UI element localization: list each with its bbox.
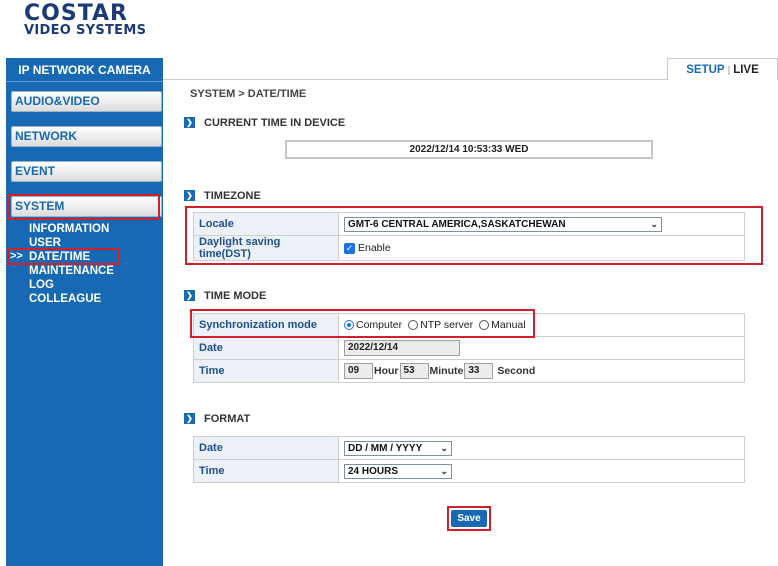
time-label: Time — [193, 359, 339, 383]
date-label: Date — [193, 336, 339, 360]
date-input[interactable]: 2022/12/14 — [344, 340, 460, 356]
current-time-display: 2022/12/14 10:53:33 WED — [285, 140, 653, 159]
second-input[interactable]: 33 — [464, 363, 494, 379]
chevron-down-icon: ⌄ — [440, 442, 448, 453]
tab-setup[interactable]: SETUP — [686, 64, 724, 76]
section-title-current-time: CURRENT TIME IN DEVICE — [204, 117, 346, 129]
format-date-label: Date — [193, 436, 339, 460]
time-cell: 09 Hour 53 Minute 33 Second — [338, 359, 745, 383]
sidebar-item-network[interactable]: NETWORK — [11, 126, 162, 147]
highlight-date-time — [8, 248, 119, 265]
sidebar-item-event[interactable]: EVENT — [11, 161, 162, 182]
format-table: Date DD / MM / YYYY ⌄ Time 24 HOURS ⌄ — [193, 436, 745, 483]
section-title-timezone: TIMEZONE — [204, 190, 261, 202]
chevron-down-icon: ⌄ — [440, 465, 448, 476]
section-chevron-icon: ❯ — [184, 190, 195, 201]
section-chevron-icon: ❯ — [184, 290, 195, 301]
section-chevron-icon: ❯ — [184, 413, 195, 424]
date-format-value: DD / MM / YYYY — [348, 442, 423, 454]
format-date-cell: DD / MM / YYYY ⌄ — [338, 436, 745, 460]
submenu-information[interactable]: INFORMATION — [29, 222, 109, 236]
logo-line-1: COSTAR — [24, 1, 128, 26]
format-time-label: Time — [193, 459, 339, 483]
mode-tabs: SETUP | LIVE — [667, 58, 778, 80]
highlight-sync-mode — [190, 309, 535, 338]
minute-input[interactable]: 53 — [399, 363, 429, 379]
submenu-log[interactable]: LOG — [29, 278, 54, 292]
submenu-colleague[interactable]: COLLEAGUE — [29, 292, 101, 306]
tab-separator: | — [727, 65, 731, 76]
submenu-maintenance[interactable]: MAINTENANCE — [29, 264, 114, 278]
highlight-timezone — [185, 206, 763, 265]
section-title-format: FORMAT — [204, 413, 251, 425]
sidebar-item-audio-video[interactable]: AUDIO&VIDEO — [11, 91, 162, 112]
logo-line-2: VIDEO SYSTEMS — [24, 23, 147, 38]
minute-unit: Minute — [429, 365, 464, 377]
costar-logo: COSTAR VIDEO SYSTEMS — [24, 1, 199, 38]
section-title-time-mode: TIME MODE — [204, 290, 267, 302]
hour-unit: Hour — [374, 365, 399, 377]
time-format-value: 24 HOURS — [348, 465, 399, 477]
format-time-cell: 24 HOURS ⌄ — [338, 459, 745, 483]
highlight-system — [8, 194, 160, 220]
time-format-select[interactable]: 24 HOURS ⌄ — [344, 463, 452, 479]
sidebar-title: IP NETWORK CAMERA — [6, 58, 163, 82]
sidebar: IP NETWORK CAMERA AUDIO&VIDEO NETWORK EV… — [6, 58, 163, 566]
breadcrumb: SYSTEM > DATE/TIME — [190, 88, 307, 100]
tab-live[interactable]: LIVE — [733, 64, 759, 76]
hour-input[interactable]: 09 — [344, 363, 373, 379]
second-unit: Second — [497, 365, 536, 377]
highlight-save — [447, 506, 491, 531]
date-format-select[interactable]: DD / MM / YYYY ⌄ — [344, 440, 452, 456]
section-chevron-icon: ❯ — [184, 117, 195, 128]
date-cell: 2022/12/14 — [338, 336, 745, 360]
